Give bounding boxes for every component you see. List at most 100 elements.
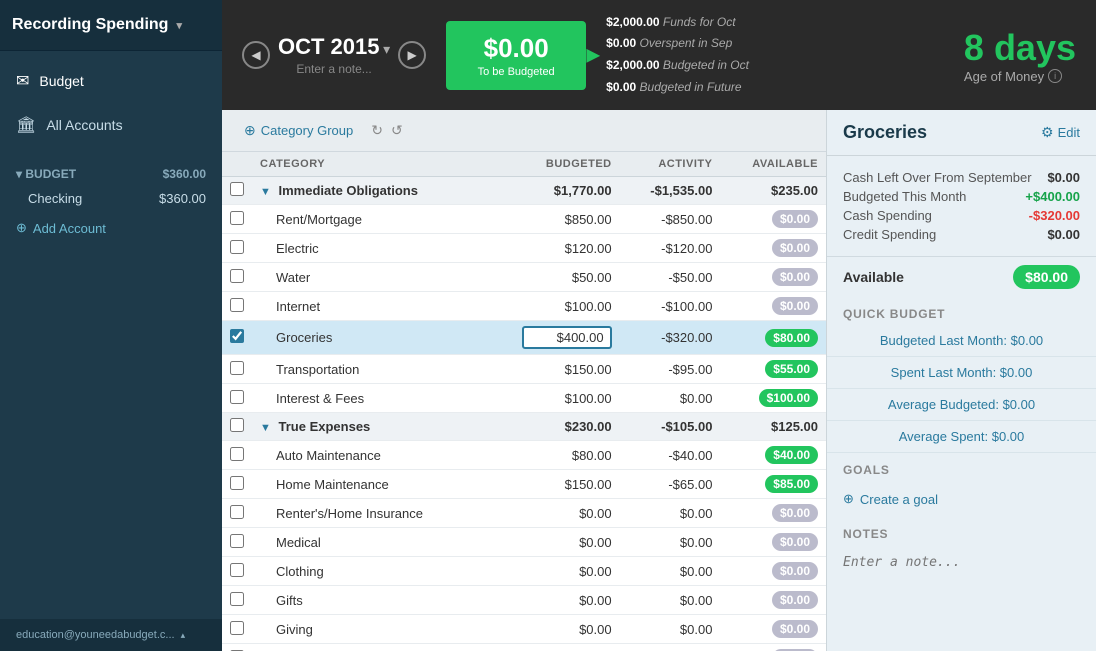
row-budgeted[interactable] [483,321,620,355]
table-row[interactable]: Interest & Fees $100.00 $0.00 $100.00 [222,384,826,413]
row-checkbox-cell [222,528,252,557]
month-note[interactable]: Enter a note... [278,62,390,76]
group-available: $235.00 [720,177,826,205]
next-month-button[interactable]: ▶ [398,41,426,69]
budget-total: $360.00 [163,167,206,181]
row-checkbox-cell [222,263,252,292]
available-badge: $0.00 [772,533,818,551]
group-checkbox-cell [222,177,252,205]
row-checkbox[interactable] [230,211,244,225]
row-available: $0.00 [720,644,826,651]
row-checkbox[interactable] [230,361,244,375]
row-checkbox[interactable] [230,390,244,404]
notes-input[interactable] [843,555,1080,615]
row-budgeted: $0.00 [483,586,620,615]
budgeted-oct-row: $2,000.00 Budgeted in Oct [606,55,749,77]
sidebar-footer[interactable]: education@youneedabudget.c... ▴ [0,619,222,651]
row-checkbox-cell [222,384,252,413]
sidebar-budget-header: ▾ BUDGET $360.00 [0,163,222,185]
sidebar-item-all-accounts[interactable]: 🏛 All Accounts [0,103,222,147]
row-checkbox[interactable] [230,329,244,343]
row-checkbox[interactable] [230,592,244,606]
row-activity: $0.00 [620,528,721,557]
row-available: $85.00 [720,470,826,499]
group-checkbox[interactable] [230,182,244,196]
budgeted-month-value: +$400.00 [1025,189,1080,204]
budgeted-future-label: Budgeted in Future [640,80,742,94]
quick-budget-item[interactable]: Spent Last Month: $0.00 [827,357,1096,389]
table-row[interactable]: Water $50.00 -$50.00 $0.00 [222,263,826,292]
table-row[interactable]: Rent/Mortgage $850.00 -$850.00 $0.00 [222,205,826,234]
row-activity: $0.00 [620,615,721,644]
table-row[interactable]: Transportation $150.00 -$95.00 $55.00 [222,355,826,384]
month-chevron-icon: ▾ [383,41,390,57]
row-checkbox[interactable] [230,621,244,635]
sidebar-checking-account[interactable]: Checking $360.00 [0,185,222,212]
table-row[interactable]: Medical $0.00 $0.00 $0.00 [222,528,826,557]
budgeted-input[interactable] [522,326,612,349]
row-checkbox[interactable] [230,505,244,519]
sidebar-item-budget[interactable]: ✉ Budget [0,59,222,103]
quick-budget-item[interactable]: Average Spent: $0.00 [827,421,1096,453]
group-toggle[interactable]: ▼ [260,186,271,198]
overspent-amount: $0.00 [606,36,636,50]
gear-icon: ⚙ [1041,124,1054,141]
prev-month-button[interactable]: ◀ [242,41,270,69]
row-checkbox-cell [222,205,252,234]
quick-budget-item[interactable]: Average Budgeted: $0.00 [827,389,1096,421]
category-group-button[interactable]: ⊕ Category Group [234,118,363,143]
create-goal-button[interactable]: ⊕ Create a goal [843,491,1080,507]
row-checkbox[interactable] [230,447,244,461]
row-budgeted: $100.00 [483,384,620,413]
row-checkbox[interactable] [230,269,244,283]
funds-oct-amount: $2,000.00 [606,15,659,29]
cash-leftover-value: $0.00 [1047,170,1080,185]
quick-budget-item[interactable]: Budgeted Last Month: $0.00 [827,325,1096,357]
group-budgeted: $1,770.00 [483,177,620,205]
budgeted-value: $100.00 [565,299,612,314]
table-row[interactable]: Auto Maintenance $80.00 -$40.00 $40.00 [222,441,826,470]
row-activity: -$95.00 [620,355,721,384]
group-toggle[interactable]: ▼ [260,422,271,434]
current-month: OCT 2015 ▾ [278,34,390,60]
row-activity: $0.00 [620,586,721,615]
row-checkbox[interactable] [230,298,244,312]
edit-button[interactable]: ⚙ Edit [1041,124,1080,141]
refresh-icon[interactable]: ↻ [371,122,383,139]
row-budgeted: $0.00 [483,644,620,651]
table-row[interactable]: Groceries -$320.00 $80.00 [222,321,826,355]
group-checkbox[interactable] [230,418,244,432]
table-row[interactable]: Electric $120.00 -$120.00 $0.00 [222,234,826,263]
row-checkbox[interactable] [230,476,244,490]
info-icon[interactable]: i [1048,69,1062,83]
budgeted-value: $150.00 [565,362,612,377]
row-checkbox-cell [222,441,252,470]
table-row[interactable]: Renter's/Home Insurance $0.00 $0.00 $0.0… [222,499,826,528]
available-badge: $100.00 [759,389,818,407]
table-row[interactable]: Clothing $0.00 $0.00 $0.00 [222,557,826,586]
budget-content: ⊕ Category Group ↻ ↺ CATEGORY BUDGETED A… [222,110,1096,651]
overspent-label: Overspent in Sep [640,36,733,50]
add-account-button[interactable]: ⊕ Add Account [0,212,222,244]
available-badge: $80.00 [765,329,818,347]
row-available: $0.00 [720,234,826,263]
table-row[interactable]: Internet $100.00 -$100.00 $0.00 [222,292,826,321]
table-row[interactable]: Home Maintenance $150.00 -$65.00 $85.00 [222,470,826,499]
category-group-icon: ⊕ [244,122,256,139]
cash-spending-row: Cash Spending -$320.00 [843,206,1080,225]
to-budget-amount: $0.00 [470,33,562,64]
row-available: $55.00 [720,355,826,384]
row-checkbox[interactable] [230,534,244,548]
refresh2-icon[interactable]: ↺ [391,122,403,139]
row-checkbox[interactable] [230,563,244,577]
table-row[interactable]: Computer Replacement $0.00 $0.00 $0.00 [222,644,826,651]
topbar: ◀ OCT 2015 ▾ Enter a note... ▶ $0.00 To … [222,0,1096,110]
row-budgeted: $0.00 [483,615,620,644]
table-row[interactable]: Giving $0.00 $0.00 $0.00 [222,615,826,644]
table-row[interactable]: Gifts $0.00 $0.00 $0.00 [222,586,826,615]
sidebar-header[interactable]: Recording Spending ▾ [0,0,222,51]
row-checkbox[interactable] [230,240,244,254]
row-checkbox-cell [222,234,252,263]
budgeted-value: $100.00 [565,391,612,406]
table-row: ▼ Immediate Obligations $1,770.00 -$1,53… [222,177,826,205]
